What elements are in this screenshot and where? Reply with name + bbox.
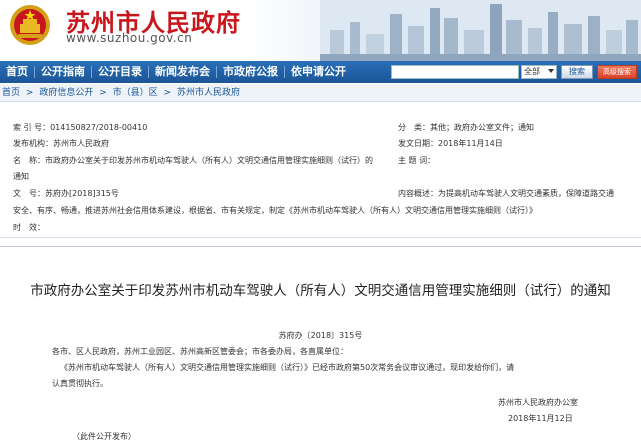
doc-no-value: 苏府办[2018]315号 [45, 189, 119, 198]
index-no-value: 014150827/2018-00410 [50, 123, 148, 132]
doc-no-label: 文 号： [13, 189, 45, 198]
breadcrumb-separator: > [99, 88, 107, 98]
article-body-line1: 《苏州市机动车驾驶人（所有人）文明交通信用管理实施细则（试行）》已经市政府第50… [60, 363, 515, 372]
index-no-label: 索 引 号： [13, 123, 51, 132]
nav-home[interactable]: 首页 [0, 66, 35, 78]
divider [0, 237, 641, 238]
breadcrumb-separator: > [25, 88, 34, 98]
search-scope-value: 全部 [524, 67, 540, 76]
issuer-row: 发布机构：苏州市人民政府 [13, 138, 109, 149]
breadcrumb: 首页 > 政府信息公开 > 市（县）区 > 苏州市人民政府 [0, 84, 641, 102]
breadcrumb-city-government[interactable]: 苏州市人民政府 [177, 88, 240, 98]
date-value: 2018年11月14日 [438, 139, 503, 148]
chevron-down-icon [548, 69, 554, 73]
header-banner: 苏州市人民政府 www.suzhou.gov.cn [0, 0, 641, 61]
category-row: 分 类：其他；政府办公室文件；通知 [398, 122, 534, 133]
article-signer: 苏州市人民政府办公室 [498, 398, 578, 407]
summary-continued: 安全、有序、畅通，推进苏州社会信用体系建设，根据省、市有关规定，制定《苏州市机动… [13, 206, 537, 215]
doc-no-row: 文 号：苏府办[2018]315号 [13, 188, 119, 199]
name-continued: 通知 [13, 172, 29, 181]
name-row: 名 称：市政府办公室关于印发苏州市机动车驾驶人（所有人）文明交通信用管理实施细则… [13, 155, 373, 166]
summary-row: 内容概述：为提高机动车驾驶人文明交通素质，保障道路交通 [398, 188, 614, 199]
validity-label: 时 效： [13, 223, 45, 232]
advanced-search-button[interactable]: 高级搜索 [597, 65, 637, 79]
index-no-row: 索 引 号：014150827/2018-00410 [13, 122, 147, 133]
nav-application[interactable]: 依申请公开 [285, 66, 352, 78]
nav-press-conference[interactable]: 新闻发布会 [149, 66, 217, 78]
city-skyline-image [320, 0, 641, 61]
search-scope-select[interactable]: 全部 [521, 65, 557, 79]
search-button[interactable]: 搜索 [561, 65, 593, 79]
breadcrumb-info-disclosure[interactable]: 政府信息公开 [39, 88, 93, 98]
main-nav: 首页 公开指南 公开目录 新闻发布会 市政府公报 依申请公开 全部 搜索 高级搜… [0, 61, 641, 83]
keywords-row: 主 题 词： [398, 155, 435, 166]
date-label: 发文日期： [398, 139, 438, 148]
name-value: 市政府办公室关于印发苏州市机动车驾驶人（所有人）文明交通信用管理实施细则（试行）… [45, 156, 373, 165]
article-body-line2: 认真贯彻执行。 [52, 379, 108, 388]
article-title: 市政府办公室关于印发苏州市机动车驾驶人（所有人）文明交通信用管理实施细则（试行）… [30, 283, 611, 299]
nav-catalog[interactable]: 公开目录 [92, 66, 149, 78]
keywords-label: 主 题 词： [398, 156, 436, 165]
summary-label: 内容概述： [398, 189, 438, 198]
article-doc-no: 苏府办〔2018〕315号 [278, 331, 363, 340]
breadcrumb-separator: > [163, 88, 172, 98]
validity-row: 时 效： [13, 222, 45, 233]
search-input[interactable] [391, 65, 519, 79]
summary-value: 为提高机动车驾驶人文明交通素质，保障道路交通 [438, 189, 614, 198]
category-value: 其他；政府办公室文件；通知 [430, 123, 534, 132]
category-label: 分 类： [398, 123, 430, 132]
breadcrumb-county-district[interactable]: 市（县）区 [113, 88, 158, 98]
date-row: 发文日期：2018年11月14日 [398, 138, 503, 149]
article-sign-date: 2018年11月12日 [508, 414, 573, 423]
issuer-value: 苏州市人民政府 [53, 139, 109, 148]
nav-gazette[interactable]: 市政府公报 [217, 66, 285, 78]
nav-guide[interactable]: 公开指南 [35, 66, 92, 78]
site-url: www.suzhou.gov.cn [66, 31, 193, 45]
article-recipients: 各市、区人民政府，苏州工业园区、苏州高新区管委会；市各委办局，各直属单位： [52, 347, 348, 356]
breadcrumb-home[interactable]: 首页 [2, 88, 20, 98]
article-public-note: （此件公开发布） [72, 432, 136, 441]
issuer-label: 发布机构： [13, 139, 53, 148]
search-bar: 全部 搜索 高级搜索 [391, 64, 641, 80]
national-emblem-icon [10, 5, 50, 45]
name-label: 名 称： [13, 156, 45, 165]
